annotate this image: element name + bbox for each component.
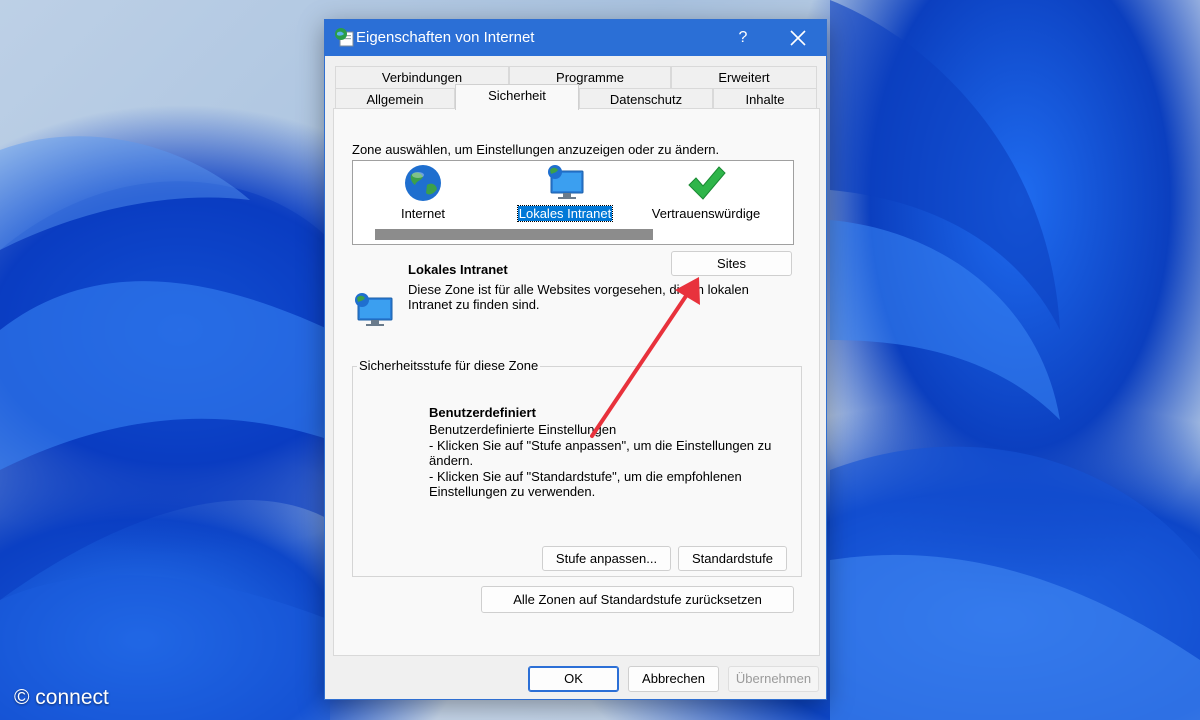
monitor-globe-icon: [548, 165, 584, 199]
reset-all-zones-button[interactable]: Alle Zonen auf Standardstufe zurücksetze…: [481, 586, 794, 613]
zone-prompt: Zone auswählen, um Einstellungen anzuzei…: [352, 142, 720, 157]
tab-sicherheit[interactable]: Sicherheit: [455, 84, 579, 110]
ok-button[interactable]: OK: [528, 666, 619, 692]
help-button[interactable]: ?: [725, 20, 761, 56]
close-icon[interactable]: [780, 20, 816, 56]
zone-item-internet[interactable]: Internet: [353, 161, 493, 227]
selected-zone-title: Lokales Intranet: [408, 262, 508, 277]
selected-zone-description: Diese Zone ist für alle Websites vorgese…: [408, 282, 749, 312]
security-level-line: Benutzerdefinierte Einstellungen: [429, 422, 617, 437]
tab-inhalte[interactable]: Inhalte: [713, 88, 817, 110]
cancel-button[interactable]: Abbrechen: [628, 666, 719, 692]
zone-list[interactable]: Internet Lokales Intranet Vertrauenswürd…: [352, 160, 794, 245]
tab-allgemein[interactable]: Allgemein: [335, 88, 455, 110]
security-level-title: Benutzerdefiniert: [429, 405, 536, 420]
zone-label-local-intranet: Lokales Intranet: [516, 205, 614, 222]
zone-item-trusted-sites[interactable]: Vertrauenswürdige: [636, 161, 776, 227]
security-level-line: - Klicken Sie auf "Stufe anpassen", um d…: [429, 437, 772, 469]
sites-button[interactable]: Sites: [671, 251, 792, 276]
zone-label-trusted-sites: Vertrauenswürdige: [651, 206, 761, 221]
copyright-watermark: © connect: [14, 686, 109, 709]
checkmark-icon: [688, 166, 726, 200]
local-intranet-icon: [355, 293, 393, 326]
tab-erweitert[interactable]: Erweitert: [671, 66, 817, 88]
apply-button[interactable]: Übernehmen: [728, 666, 819, 692]
custom-level-button[interactable]: Stufe anpassen...: [542, 546, 671, 571]
security-level-line: - Klicken Sie auf "Standardstufe", um di…: [429, 468, 742, 500]
default-level-button[interactable]: Standardstufe: [678, 546, 787, 571]
internet-properties-dialog: Eigenschaften von Internet ? Verbindunge…: [324, 19, 827, 700]
security-level-group-label: Sicherheitsstufe für diese Zone: [357, 358, 541, 373]
globe-icon: [405, 165, 441, 201]
tab-datenschutz[interactable]: Datenschutz: [579, 88, 713, 110]
window-title: Eigenschaften von Internet: [356, 29, 535, 46]
zone-item-local-intranet[interactable]: Lokales Intranet: [495, 161, 635, 227]
internet-options-icon: [335, 28, 354, 47]
security-tab-panel: Zone auswählen, um Einstellungen anzuzei…: [333, 108, 820, 656]
title-bar[interactable]: Eigenschaften von Internet ?: [325, 20, 826, 56]
zone-label-internet: Internet: [400, 206, 446, 221]
dialog-footer: OK Abbrechen Übernehmen: [325, 657, 826, 699]
zone-list-scrollbar[interactable]: [375, 229, 653, 240]
security-level-description: Benutzerdefinierte Einstellungen - Klick…: [429, 422, 789, 500]
